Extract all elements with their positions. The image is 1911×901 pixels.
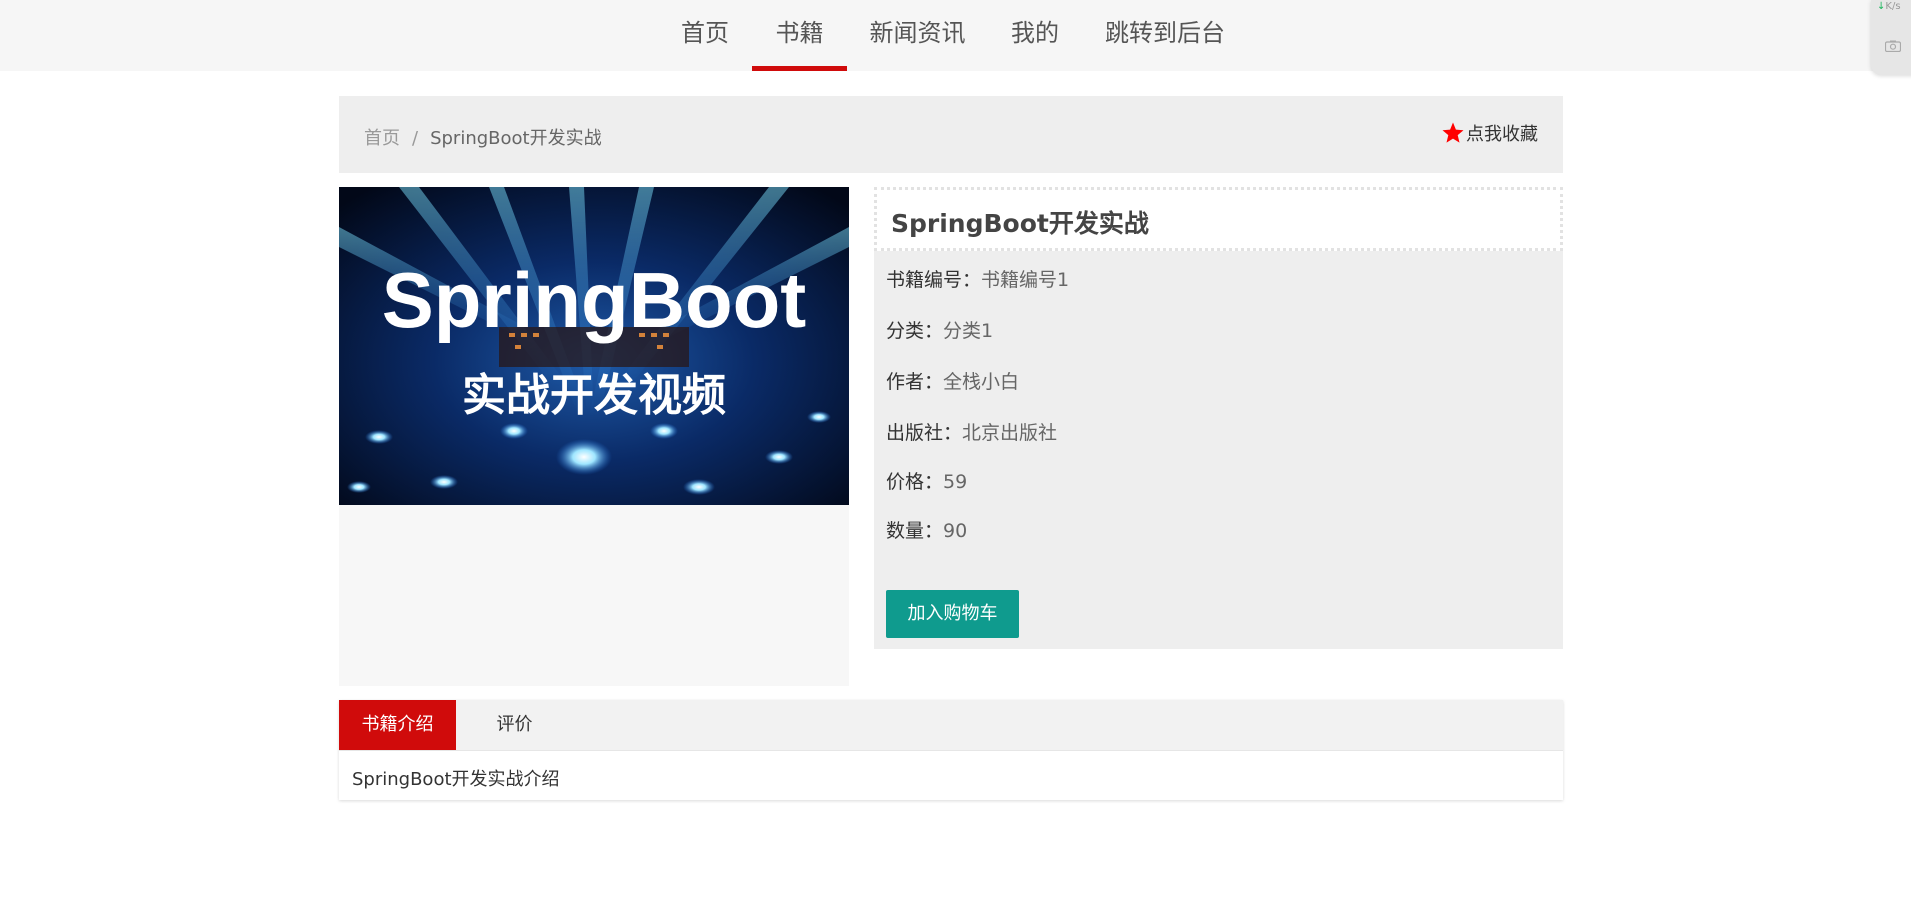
field-label: 出版社：: [886, 422, 963, 444]
tab-book-intro[interactable]: 书籍介绍: [339, 700, 456, 750]
book-title: SpringBoot开发实战: [891, 209, 1149, 238]
nav-item-mine[interactable]: 我的: [1005, 0, 1065, 71]
field-label: 数量：: [886, 520, 944, 542]
field-price: 价格：59: [886, 467, 967, 494]
book-image-panel: SpringBoot 实战开发视频: [339, 187, 849, 686]
field-value: 书籍编号1: [981, 269, 1070, 291]
speed-unit: K/s: [1885, 1, 1901, 12]
nav-item-admin[interactable]: 跳转到后台: [1100, 0, 1230, 71]
field-label: 价格：: [886, 471, 944, 493]
breadcrumb-bar: 首页 / SpringBoot开发实战 点我收藏: [339, 96, 1563, 173]
field-publisher: 出版社：北京出版社: [886, 418, 1057, 445]
field-value: 59: [943, 471, 968, 493]
field-label: 分类：: [886, 320, 944, 342]
breadcrumb-home[interactable]: 首页: [364, 128, 400, 149]
nav-item-news[interactable]: 新闻资讯: [865, 0, 970, 71]
field-category: 分类：分类1: [886, 316, 993, 343]
field-book-id: 书籍编号：书籍编号1: [886, 265, 1069, 292]
field-label: 书籍编号：: [886, 269, 982, 291]
speed-readout: ↓K/s: [1877, 2, 1901, 12]
network-speed-widget[interactable]: ↓K/s: [1871, 0, 1911, 75]
cover-title-line2: 实战开发视频: [462, 370, 726, 421]
breadcrumb-current: SpringBoot开发实战: [430, 128, 602, 149]
book-title-box: SpringBoot开发实战: [874, 187, 1563, 251]
favorite-label: 点我收藏: [1466, 124, 1538, 145]
cover-title-line1: SpringBoot: [382, 256, 807, 344]
tab-reviews[interactable]: 评价: [456, 700, 573, 750]
breadcrumb-separator: /: [412, 128, 419, 149]
book-tabs-panel: 书籍介绍 评价 SpringBoot开发实战介绍: [339, 700, 1563, 800]
favorite-button[interactable]: 点我收藏: [1441, 120, 1538, 146]
nav-item-home[interactable]: 首页: [675, 0, 735, 71]
star-icon: [1442, 122, 1464, 143]
book-cover-image[interactable]: SpringBoot 实战开发视频: [339, 187, 849, 505]
tab-bar: 书籍介绍 评价: [339, 700, 1563, 751]
tab-content-text: SpringBoot开发实战介绍: [352, 769, 560, 790]
field-label: 作者：: [886, 371, 944, 393]
field-value: 全栈小白: [943, 371, 1020, 393]
top-nav: 首页 书籍 新闻资讯 我的 跳转到后台: [0, 0, 1911, 71]
add-to-cart-button[interactable]: 加入购物车: [886, 590, 1019, 638]
breadcrumb: 首页 / SpringBoot开发实战: [364, 124, 602, 150]
field-author: 作者：全栈小白: [886, 367, 1019, 394]
field-quantity: 数量：90: [886, 516, 967, 543]
field-value: 北京出版社: [962, 422, 1058, 444]
field-value: 90: [943, 520, 968, 542]
book-info-panel: SpringBoot开发实战 书籍编号：书籍编号1 分类：分类1 作者：全栈小白…: [874, 187, 1563, 649]
nav-item-books[interactable]: 书籍: [752, 0, 847, 71]
cover-artwork: SpringBoot 实战开发视频: [339, 187, 849, 505]
field-value: 分类1: [943, 320, 994, 342]
camera-icon[interactable]: [1885, 40, 1901, 52]
